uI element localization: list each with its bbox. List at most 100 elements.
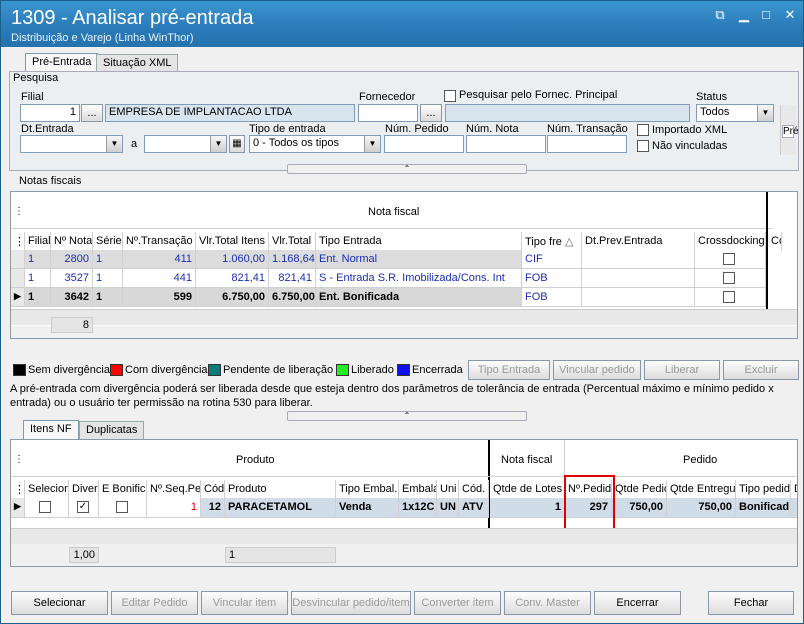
itens-grid: ⋮ Produto Nota fiscal Pedido ⋮ Seleciona… xyxy=(10,439,798,567)
bonifica-checkbox[interactable] xyxy=(116,501,128,513)
importado-xml-checkbox[interactable] xyxy=(637,124,649,136)
grid-menu-icon[interactable]: ⋮ xyxy=(11,232,25,251)
footer-total-b: 1 xyxy=(225,547,336,563)
num-nota-input[interactable] xyxy=(466,135,546,153)
minimize-icon[interactable]: ▁ xyxy=(735,7,753,23)
nota-fiscal-band: Nota fiscal xyxy=(368,206,420,218)
pesq-fornec-checkbox[interactable] xyxy=(444,90,456,102)
col-uni[interactable]: Uni xyxy=(437,480,459,499)
status-select[interactable]: Todos ▼ xyxy=(696,104,774,122)
chevron-down-icon[interactable]: ▼ xyxy=(106,136,122,152)
col-cod[interactable]: Cód xyxy=(201,480,225,499)
selecionar-button[interactable]: Selecionar xyxy=(11,591,108,615)
col-produto[interactable]: Produto xyxy=(225,480,336,499)
col-qtde-pedida[interactable]: Qtde Pedic xyxy=(612,480,667,499)
grid-menu-icon[interactable]: ⋮ xyxy=(14,454,24,465)
chevron-down-icon[interactable]: ▼ xyxy=(364,136,380,152)
close-icon[interactable]: ✕ xyxy=(781,7,799,23)
notas-hscrollbar[interactable] xyxy=(11,309,797,325)
col-co[interactable]: Co xyxy=(768,232,782,251)
tab-situacao-xml[interactable]: Situação XML xyxy=(96,54,179,72)
col-diver[interactable]: Diver xyxy=(69,480,99,499)
num-nota-label: Núm. Nota xyxy=(466,123,519,135)
grid-menu-icon[interactable]: ⋮ xyxy=(11,480,25,499)
encerrar-button[interactable]: Encerrar xyxy=(594,591,681,615)
itens-hscrollbar[interactable] xyxy=(11,528,797,544)
dtentrada-to-input[interactable]: ▼ xyxy=(144,135,227,153)
col-cod2[interactable]: Cód. xyxy=(459,480,489,499)
diver-checkbox[interactable]: ✓ xyxy=(77,501,89,513)
fornecedor-input[interactable] xyxy=(358,104,418,122)
splitter-bottom[interactable]: ⌃ xyxy=(287,411,527,421)
sort-icon: △ xyxy=(564,236,574,248)
num-pedido-input[interactable] xyxy=(384,135,464,153)
info-text: A pré-entrada com divergência poderá ser… xyxy=(10,383,774,409)
chevron-down-icon[interactable]: ▼ xyxy=(757,105,773,121)
col-tipo-embal[interactable]: Tipo Embal.P xyxy=(336,480,399,499)
col-d[interactable]: D xyxy=(791,480,797,499)
seleciona-checkbox[interactable] xyxy=(39,501,51,513)
side-tab-pre[interactable]: Pré xyxy=(782,125,799,138)
row-indicator-icon: ▶ xyxy=(11,498,25,518)
col-seq[interactable]: Nº.Seq.Pe xyxy=(147,480,201,499)
desvincular-button[interactable]: Desvincular pedido/item xyxy=(291,591,411,615)
crossdocking-checkbox[interactable] xyxy=(723,291,735,303)
col-nota[interactable]: Nº Nota xyxy=(51,232,93,251)
legend-swatch-pendente xyxy=(208,364,221,376)
notas-grid: ⋮ Nota fiscal ⋮ Filial Nº Nota Série Nº.… xyxy=(10,191,798,339)
col-serie[interactable]: Série xyxy=(93,232,123,251)
filial-input[interactable]: 1 xyxy=(20,104,80,122)
crossdocking-checkbox[interactable] xyxy=(723,253,735,265)
dtentrada-from-input[interactable]: ▼ xyxy=(20,135,123,153)
tipo-entrada-value: 0 - Todos os tipos xyxy=(253,137,340,149)
dtentrada-label: Dt.Entrada xyxy=(21,123,74,135)
vincular-pedido-button[interactable]: Vincular pedido xyxy=(553,360,641,380)
col-vlr-total[interactable]: Vlr.Total xyxy=(269,232,316,251)
col-dt-prev[interactable]: Dt.Prev.Entrada xyxy=(582,232,695,251)
col-vlr-itens[interactable]: Vlr.Total Itens xyxy=(196,232,269,251)
col-seleciona[interactable]: Seleciona xyxy=(25,480,69,499)
tipo-entrada-select[interactable]: 0 - Todos os tipos ▼ xyxy=(249,135,381,153)
crossdocking-checkbox[interactable] xyxy=(723,272,735,284)
col-filial[interactable]: Filial xyxy=(25,232,51,251)
excluir-button[interactable]: Excluir xyxy=(723,360,799,380)
liberar-button[interactable]: Liberar xyxy=(644,360,720,380)
a-label: a xyxy=(131,138,138,150)
col-tipo-entrada[interactable]: Tipo Entrada xyxy=(316,232,522,251)
col-tipo-frete[interactable]: Tipo fre △ xyxy=(522,232,582,251)
col-qtde-lotes[interactable]: Qtde de Lotes xyxy=(490,480,565,499)
converter-item-button[interactable]: Converter item xyxy=(414,591,501,615)
legend-liberado: Liberado xyxy=(351,364,394,376)
fechar-button[interactable]: Fechar xyxy=(708,591,794,615)
col-transacao[interactable]: Nº.Transação xyxy=(123,232,196,251)
col-tipo-pedido[interactable]: Tipo pedid xyxy=(736,480,791,499)
calendar-icon[interactable]: ▦ xyxy=(229,135,245,153)
filial-search-button[interactable]: ... xyxy=(81,104,103,122)
tab-pre-entrada[interactable]: Pré-Entrada xyxy=(25,53,99,73)
status-value: Todos xyxy=(700,106,730,118)
grid-menu-icon[interactable]: ⋮ xyxy=(14,206,24,217)
nao-vinculadas-checkbox[interactable] xyxy=(637,140,649,152)
title-bar: 1309 - Analisar pré-entrada Distribuição… xyxy=(1,1,803,47)
tab-itens-nf[interactable]: Itens NF xyxy=(23,420,79,440)
legend-encerrada: Encerrada xyxy=(412,364,463,376)
fornecedor-search-button[interactable]: ... xyxy=(420,104,442,122)
conv-master-button[interactable]: Conv. Master xyxy=(504,591,591,615)
num-transacao-input[interactable] xyxy=(547,135,627,153)
vincular-item-button[interactable]: Vincular item xyxy=(201,591,288,615)
legend-sem-divergencia: Sem divergência xyxy=(28,364,110,376)
chevron-down-icon[interactable]: ▼ xyxy=(210,136,226,152)
splitter-top[interactable]: ⌃ xyxy=(287,164,527,174)
col-qtde-entregue[interactable]: Qtde Entregu xyxy=(667,480,736,499)
tipo-entrada-button[interactable]: Tipo Entrada xyxy=(468,360,550,380)
editar-pedido-button[interactable]: Editar Pedido xyxy=(111,591,198,615)
tab-duplicatas[interactable]: Duplicatas xyxy=(79,421,145,439)
maximize-icon[interactable]: □ xyxy=(757,7,775,23)
pedido-band: Pedido xyxy=(683,454,718,466)
restore-icon[interactable]: ⧉ xyxy=(711,7,729,23)
col-bonifica[interactable]: E Bonifica xyxy=(99,480,147,499)
col-crossdocking[interactable]: Crossdocking xyxy=(695,232,766,251)
num-transacao-label: Núm. Transação xyxy=(547,123,628,135)
nota-fiscal-band: Nota fiscal xyxy=(501,454,553,466)
col-embala[interactable]: Embala xyxy=(399,480,437,499)
